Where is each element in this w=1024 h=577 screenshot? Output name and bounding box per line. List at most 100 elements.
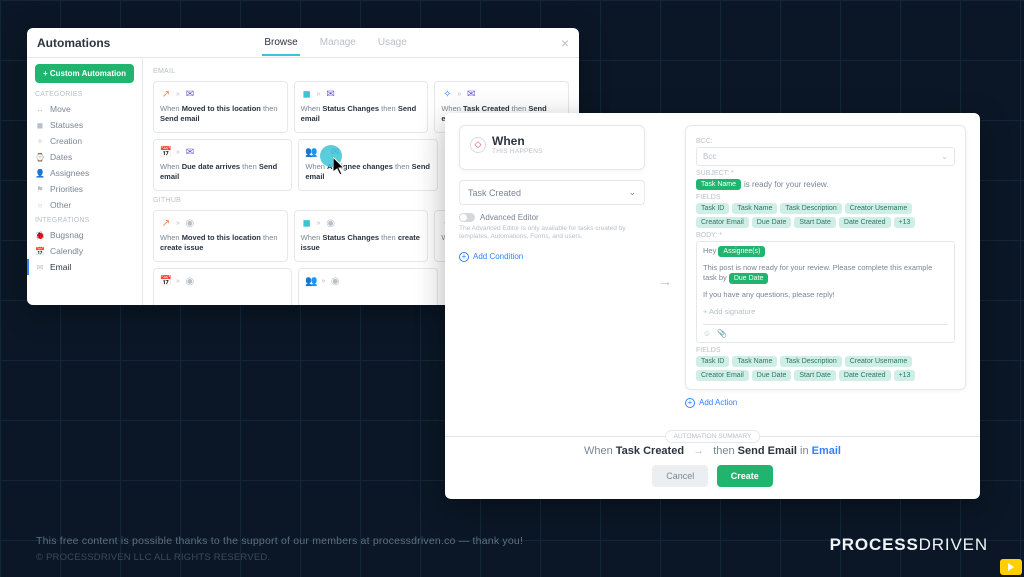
trigger-icon: 📅 bbox=[160, 275, 172, 287]
trigger-icon: 👥 bbox=[305, 146, 317, 158]
bcc-input[interactable]: Bcc ⌄ bbox=[696, 147, 955, 166]
integration-icon: 🐞 bbox=[35, 230, 45, 240]
fields-row-2: Task IDTask NameTask Description Creator … bbox=[696, 356, 955, 381]
attachment-icon[interactable]: 📎 bbox=[717, 329, 727, 338]
trigger-icon: ✧ bbox=[441, 88, 453, 100]
when-card: ◇ When THIS HAPPENS bbox=[459, 125, 645, 170]
add-condition-button[interactable]: + Add Condition bbox=[459, 252, 645, 262]
automation-card[interactable]: ↗»◉When Moved to this location then crea… bbox=[153, 210, 288, 262]
action-icon: ✉ bbox=[184, 88, 196, 100]
automation-summary: When Task Created → then Send Email in E… bbox=[459, 445, 966, 457]
summary-chip: AUTOMATION SUMMARY bbox=[665, 430, 761, 443]
when-subtitle: THIS HAPPENS bbox=[492, 148, 543, 155]
category-icon: ◼ bbox=[35, 120, 45, 130]
field-pill[interactable]: Date Created bbox=[839, 370, 891, 381]
plus-icon: + bbox=[685, 398, 695, 408]
field-pill[interactable]: Task Description bbox=[780, 203, 841, 214]
sidebar-item-calendly[interactable]: 📅Calendly bbox=[35, 243, 134, 259]
action-icon: ◉ bbox=[325, 217, 337, 229]
field-pill[interactable]: Task ID bbox=[696, 356, 729, 367]
automation-card[interactable]: 👥»✉When Assignee changes then Send email bbox=[298, 139, 437, 191]
subject-input[interactable]: Task Name is ready for your review. bbox=[696, 179, 955, 190]
trigger-icon: ↗ bbox=[160, 88, 172, 100]
cancel-button[interactable]: Cancel bbox=[652, 465, 708, 487]
automation-card[interactable]: ◼»✉When Status Changes then Send email bbox=[294, 81, 429, 133]
trigger-select[interactable]: Task Created ⌄ bbox=[459, 180, 645, 205]
category-icon: ↔ bbox=[35, 104, 45, 114]
trigger-icon: ◼ bbox=[301, 217, 313, 229]
field-pill[interactable]: Creator Username bbox=[845, 203, 913, 214]
add-action-button[interactable]: + Add Action bbox=[685, 398, 966, 408]
action-icon: ◉ bbox=[329, 275, 341, 287]
field-pill[interactable]: Due Date bbox=[752, 217, 792, 228]
emoji-icon[interactable]: ☺ bbox=[703, 329, 711, 338]
advanced-editor-toggle[interactable]: Advanced Editor bbox=[459, 213, 645, 222]
action-icon: ✉ bbox=[329, 146, 341, 158]
action-card: BCC: Bcc ⌄ SUBJECT: * Task Name is ready… bbox=[685, 125, 966, 390]
body-label: BODY: * bbox=[696, 232, 955, 239]
when-title: When bbox=[492, 134, 543, 148]
tab-browse[interactable]: Browse bbox=[262, 31, 299, 56]
section-email-label: EMAIL bbox=[153, 68, 569, 75]
trigger-icon: 👥 bbox=[305, 275, 317, 287]
youtube-badge-icon bbox=[1000, 559, 1022, 575]
sidebar-item-bugsnag[interactable]: 🐞Bugsnag bbox=[35, 227, 134, 243]
automation-card[interactable]: 👥»◉ bbox=[298, 268, 437, 305]
close-icon[interactable]: × bbox=[561, 36, 569, 50]
trigger-icon: ◼ bbox=[301, 88, 313, 100]
field-pill[interactable]: +13 bbox=[894, 217, 916, 228]
sidebar-item-email[interactable]: ✉Email bbox=[27, 259, 134, 275]
automation-card[interactable]: ↗»✉When Moved to this location then Send… bbox=[153, 81, 288, 133]
automation-card[interactable]: 📅»✉When Due date arrives then Send email bbox=[153, 139, 292, 191]
field-pill[interactable]: Task Name bbox=[732, 356, 777, 367]
custom-automation-button[interactable]: + Custom Automation bbox=[35, 64, 134, 83]
automation-builder-panel: ◇ When THIS HAPPENS Task Created ⌄ Advan… bbox=[445, 113, 980, 499]
automation-arrow-icon: → bbox=[645, 125, 685, 436]
integration-icon: 📅 bbox=[35, 246, 45, 256]
automation-card[interactable]: 📅»◉ bbox=[153, 268, 292, 305]
field-pill[interactable]: Creator Email bbox=[696, 370, 749, 381]
sidebar-item-assignees[interactable]: 👤Assignees bbox=[35, 165, 134, 181]
body-input[interactable]: Hey Assignee(s) This post is now ready f… bbox=[696, 241, 955, 343]
action-icon: ✉ bbox=[465, 88, 477, 100]
fields-label-2: FIELDS bbox=[696, 347, 955, 354]
field-pill[interactable]: Creator Username bbox=[845, 356, 913, 367]
advanced-editor-note: The Advanced Editor is only available fo… bbox=[459, 225, 645, 242]
action-icon: ◉ bbox=[184, 217, 196, 229]
create-button[interactable]: Create bbox=[717, 465, 773, 487]
category-icon: ⌚ bbox=[35, 152, 45, 162]
tab-manage[interactable]: Manage bbox=[318, 31, 358, 55]
chevron-down-icon: ⌄ bbox=[941, 152, 948, 161]
automations-sidebar: + Custom Automation CATEGORIES ↔Move◼Sta… bbox=[27, 58, 143, 305]
field-pill[interactable]: Due Date bbox=[752, 370, 792, 381]
field-pill[interactable]: Start Date bbox=[794, 370, 836, 381]
trigger-value: Task Created bbox=[468, 188, 521, 198]
integration-icon: ✉ bbox=[35, 262, 45, 272]
sidebar-item-other[interactable]: ○Other bbox=[35, 197, 134, 213]
integrations-label: INTEGRATIONS bbox=[35, 217, 134, 224]
chevron-down-icon: ⌄ bbox=[628, 187, 636, 198]
automations-title: Automations bbox=[37, 36, 110, 50]
automation-card[interactable]: ◼»◉When Status Changes then create issue bbox=[294, 210, 429, 262]
sidebar-item-move[interactable]: ↔Move bbox=[35, 101, 134, 117]
field-pill[interactable]: Task ID bbox=[696, 203, 729, 214]
sidebar-item-priorities[interactable]: ⚑Priorities bbox=[35, 181, 134, 197]
toggle-icon bbox=[459, 213, 475, 222]
category-icon: ⚑ bbox=[35, 184, 45, 194]
action-icon: ✉ bbox=[325, 88, 337, 100]
subject-suffix: is ready for your review. bbox=[744, 180, 828, 189]
field-pill[interactable]: Task Description bbox=[780, 356, 841, 367]
field-pill[interactable]: Start Date bbox=[794, 217, 836, 228]
sidebar-item-statuses[interactable]: ◼Statuses bbox=[35, 117, 134, 133]
field-pill[interactable]: Date Created bbox=[839, 217, 891, 228]
add-signature-button[interactable]: + Add signature bbox=[703, 307, 948, 316]
field-pill[interactable]: +13 bbox=[894, 370, 916, 381]
sidebar-item-creation[interactable]: ✧Creation bbox=[35, 133, 134, 149]
field-pill[interactable]: Task Name bbox=[732, 203, 777, 214]
subject-label: SUBJECT: * bbox=[696, 170, 955, 177]
field-pill[interactable]: Creator Email bbox=[696, 217, 749, 228]
tab-usage[interactable]: Usage bbox=[376, 31, 409, 55]
action-icon: ✉ bbox=[184, 146, 196, 158]
brand-logo: PROCESSDRIVEN bbox=[830, 535, 988, 555]
sidebar-item-dates[interactable]: ⌚Dates bbox=[35, 149, 134, 165]
